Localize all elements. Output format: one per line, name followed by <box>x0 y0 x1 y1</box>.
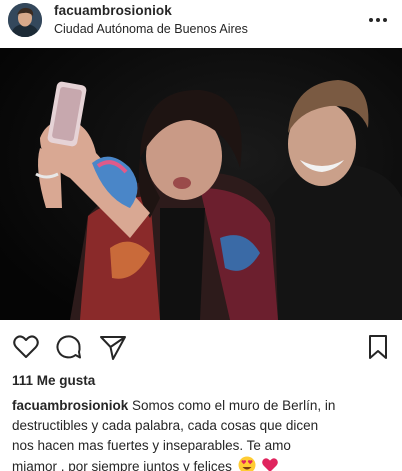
post-actions <box>0 330 402 366</box>
avatar-photo <box>8 3 42 37</box>
post-header: facuambrosioniok Ciudad Autónoma de Buen… <box>0 0 402 44</box>
more-options-button[interactable] <box>366 10 390 30</box>
caption-text: nos hacen mas fuertes y inseparables. Te… <box>12 438 291 453</box>
heart-eyes-emoji-icon <box>238 456 256 471</box>
caption-line: miamor , por siempre juntos y felices <box>12 456 398 471</box>
caption-line: facuambrosioniok Somos como el muro de B… <box>12 396 398 416</box>
post-caption: facuambrosioniok Somos como el muro de B… <box>12 396 398 471</box>
caption-text: destructibles y cada palabra, cada cosas… <box>12 418 319 433</box>
post-location[interactable]: Ciudad Autónoma de Buenos Aires <box>54 22 248 36</box>
post-username[interactable]: facuambrosioniok <box>54 3 172 18</box>
selfie-photo-illustration <box>0 48 402 320</box>
caption-text: Somos como el muro de Berlín, in <box>132 398 336 413</box>
comment-bubble-icon <box>56 335 81 359</box>
more-horizontal-icon <box>369 18 387 22</box>
red-heart-emoji-icon <box>262 458 279 471</box>
like-button[interactable] <box>11 332 41 362</box>
save-button[interactable] <box>363 332 393 362</box>
paper-plane-icon <box>100 336 126 360</box>
avatar[interactable] <box>8 3 42 37</box>
caption-text: miamor , por siempre juntos y felices <box>12 459 232 471</box>
share-button[interactable] <box>98 332 128 362</box>
post-photo[interactable] <box>0 48 402 320</box>
bookmark-icon <box>369 335 387 359</box>
likes-count[interactable]: 111 Me gusta <box>12 373 95 388</box>
caption-username[interactable]: facuambrosioniok <box>12 398 128 413</box>
comment-button[interactable] <box>54 332 84 362</box>
heart-outline-icon <box>13 335 39 358</box>
